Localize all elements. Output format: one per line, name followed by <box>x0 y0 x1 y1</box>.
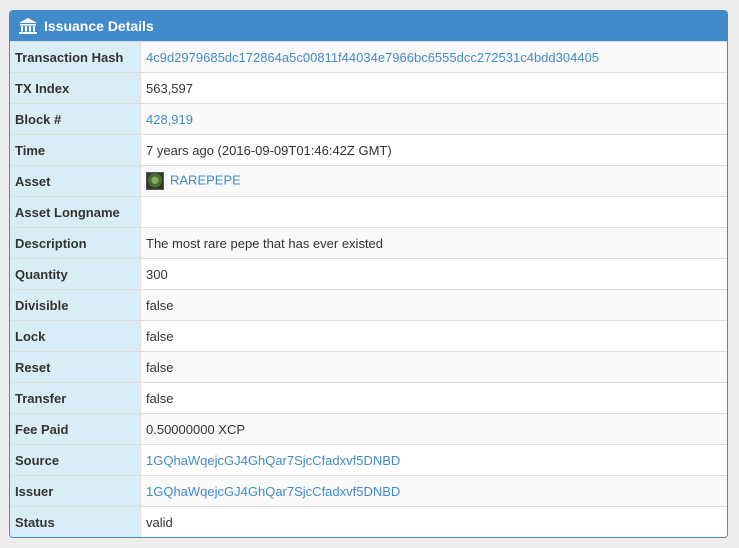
reset-value: false <box>140 351 727 383</box>
tx-index-value: 563,597 <box>140 72 727 104</box>
row-value: 4c9d2979685dc172864a5c00811f44034e7966bc… <box>140 41 727 73</box>
table-row: Lock false <box>10 320 727 352</box>
table-row: Description The most rare pepe that has … <box>10 227 727 259</box>
row-label: TX Index <box>10 72 141 104</box>
table-row: Asset RAREPEPE <box>10 165 727 197</box>
row-value: 428,919 <box>140 103 727 135</box>
row-label: Block # <box>10 103 141 135</box>
table-row: Transaction Hash 4c9d2979685dc172864a5c0… <box>10 41 727 73</box>
asset-link[interactable]: RAREPEPE <box>170 172 241 187</box>
row-label: Divisible <box>10 289 141 321</box>
row-label: Asset <box>10 165 141 197</box>
row-value: RAREPEPE <box>140 165 727 197</box>
row-label: Asset Longname <box>10 196 141 228</box>
status-value: valid <box>140 506 727 537</box>
panel-heading: Issuance Details <box>10 11 727 41</box>
row-label: Fee Paid <box>10 413 141 445</box>
panel-title: Issuance Details <box>44 18 154 34</box>
table-row: Block # 428,919 <box>10 103 727 135</box>
table-row: Fee Paid 0.50000000 XCP <box>10 413 727 445</box>
row-label: Description <box>10 227 141 259</box>
asset-longname-value <box>140 196 727 228</box>
table-row: Divisible false <box>10 289 727 321</box>
transfer-value: false <box>140 382 727 414</box>
table-row: TX Index 563,597 <box>10 72 727 104</box>
row-label: Status <box>10 506 141 537</box>
table-row: Status valid <box>10 506 727 537</box>
table-row: Reset false <box>10 351 727 383</box>
row-value: 1GQhaWqejcGJ4GhQar7SjcCfadxvf5DNBD <box>140 444 727 476</box>
row-label: Issuer <box>10 475 141 507</box>
table-row: Source 1GQhaWqejcGJ4GhQar7SjcCfadxvf5DNB… <box>10 444 727 476</box>
bank-icon <box>18 17 38 35</box>
row-label: Source <box>10 444 141 476</box>
source-address-link[interactable]: 1GQhaWqejcGJ4GhQar7SjcCfadxvf5DNBD <box>146 453 400 468</box>
table-row: Issuer 1GQhaWqejcGJ4GhQar7SjcCfadxvf5DNB… <box>10 475 727 507</box>
issuer-address-link[interactable]: 1GQhaWqejcGJ4GhQar7SjcCfadxvf5DNBD <box>146 484 400 499</box>
asset-thumbnail <box>146 172 164 190</box>
table-row: Asset Longname <box>10 196 727 228</box>
row-label: Quantity <box>10 258 141 290</box>
details-table: Transaction Hash 4c9d2979685dc172864a5c0… <box>10 41 727 537</box>
lock-value: false <box>140 320 727 352</box>
row-label: Reset <box>10 351 141 383</box>
table-row: Transfer false <box>10 382 727 414</box>
row-value: 1GQhaWqejcGJ4GhQar7SjcCfadxvf5DNBD <box>140 475 727 507</box>
row-label: Time <box>10 134 141 166</box>
row-label: Transfer <box>10 382 141 414</box>
fee-paid-value: 0.50000000 XCP <box>140 413 727 445</box>
block-link[interactable]: 428,919 <box>146 112 193 127</box>
description-value: The most rare pepe that has ever existed <box>140 227 727 259</box>
divisible-value: false <box>140 289 727 321</box>
table-row: Time 7 years ago (2016-09-09T01:46:42Z G… <box>10 134 727 166</box>
time-value: 7 years ago (2016-09-09T01:46:42Z GMT) <box>140 134 727 166</box>
quantity-value: 300 <box>140 258 727 290</box>
row-label: Transaction Hash <box>10 41 141 73</box>
issuance-details-panel: Issuance Details Transaction Hash 4c9d29… <box>9 10 728 538</box>
table-row: Quantity 300 <box>10 258 727 290</box>
row-label: Lock <box>10 320 141 352</box>
transaction-hash-link[interactable]: 4c9d2979685dc172864a5c00811f44034e7966bc… <box>146 50 599 65</box>
